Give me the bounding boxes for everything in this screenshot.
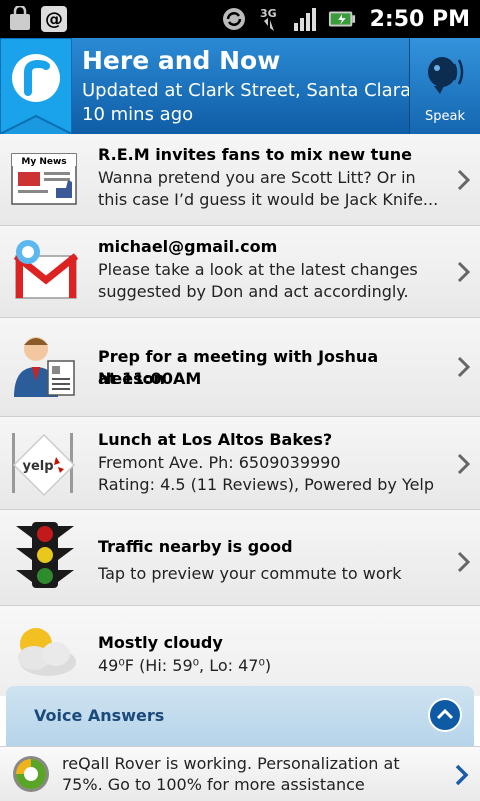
signal-icon: [292, 5, 320, 33]
app-logo-icon[interactable]: [0, 37, 73, 136]
chevron-up-icon: [436, 708, 454, 720]
sync-icon: [220, 5, 248, 33]
news-icon: My News: [11, 153, 77, 205]
expand-button[interactable]: [428, 698, 462, 732]
item-line: Rating: 4.5 (11 Reviews), Powered by Yel…: [98, 475, 435, 494]
personalization-message: reQall Rover is working. Personalization…: [62, 754, 400, 794]
list-item-traffic[interactable]: Traffic nearby is good Tap to preview yo…: [0, 510, 480, 606]
item-line: Please take a look at the latest changes: [98, 260, 418, 279]
voice-answers-panel[interactable]: Voice Answers: [6, 686, 474, 746]
item-line: Tap to preview your commute to work: [98, 564, 402, 583]
item-title: Lunch at Los Altos Bakes?: [98, 430, 333, 449]
meeting-icon: [14, 337, 75, 397]
item-title: Traffic nearby is good: [98, 537, 293, 556]
3g-icon: 3G: [256, 5, 284, 33]
speak-label: Speak: [425, 109, 465, 124]
battery-icon: [328, 5, 356, 33]
gmail-icon: [13, 240, 79, 299]
header: Here and Now Updated at Clark Street, Sa…: [0, 37, 480, 136]
cloud-icon: [18, 628, 76, 676]
svg-text:yelp: yelp: [22, 459, 53, 474]
item-title: Mostly cloudy: [98, 633, 223, 652]
chevron-right-icon: [457, 453, 471, 475]
page-title: Here and Now: [82, 46, 281, 75]
chevron-right-icon: [457, 261, 471, 283]
item-line: Wanna pretend you are Scott Litt? Or in: [98, 168, 416, 187]
svg-text:@: @: [45, 9, 63, 30]
location-text: Updated at Clark Street, Santa Clara: [82, 80, 412, 101]
item-title: michael@gmail.com: [98, 237, 278, 256]
status-bar: @ 3G 2:50 PM: [0, 0, 480, 38]
at-icon: @: [40, 5, 68, 33]
personalization-progress-icon: [13, 756, 49, 792]
voice-answers-label: Voice Answers: [34, 706, 165, 725]
feed-list: My News R.E.M invites fans to mix new tu…: [0, 134, 480, 696]
list-item-email[interactable]: michael@gmail.com Please take a look at …: [0, 226, 480, 318]
item-line: Fremont Ave. Ph: 6509039990: [98, 453, 341, 472]
svg-text:3G: 3G: [260, 7, 277, 20]
item-line: suggested by Don and act accordingly.: [98, 282, 409, 301]
list-item-weather[interactable]: Mostly cloudy 49⁰F (Hi: 59⁰, Lo: 47⁰): [0, 606, 480, 696]
traffic-light-icon: [16, 522, 74, 588]
clock: 2:50 PM: [369, 6, 470, 32]
item-line: 49⁰F (Hi: 59⁰, Lo: 47⁰): [98, 656, 272, 675]
list-item-restaurant[interactable]: yelp Lunch at Los Altos Bakes? Fremont A…: [0, 417, 480, 510]
item-title: R.E.M invites fans to mix new tune: [98, 145, 412, 164]
chevron-right-icon: [457, 356, 471, 378]
speak-icon: [428, 57, 464, 94]
list-item-news[interactable]: My News R.E.M invites fans to mix new tu…: [0, 134, 480, 226]
item-title: at 11:00AM: [98, 369, 202, 388]
chevron-right-icon: [457, 169, 471, 191]
chevron-right-icon: [457, 551, 471, 573]
personalization-bar[interactable]: reQall Rover is working. Personalization…: [0, 746, 480, 801]
bag-icon: [6, 5, 34, 33]
item-line: this case I’d guess it would be Jack Kni…: [98, 190, 439, 209]
updated-time-text: 10 mins ago: [82, 104, 194, 125]
yelp-icon: yelp: [12, 433, 76, 497]
speak-button[interactable]: Speak: [409, 38, 480, 134]
chevron-right-icon: [455, 764, 469, 786]
list-item-meeting[interactable]: Prep for a meeting with Joshua Neeson at…: [0, 318, 480, 417]
svg-text:My News: My News: [21, 157, 66, 167]
